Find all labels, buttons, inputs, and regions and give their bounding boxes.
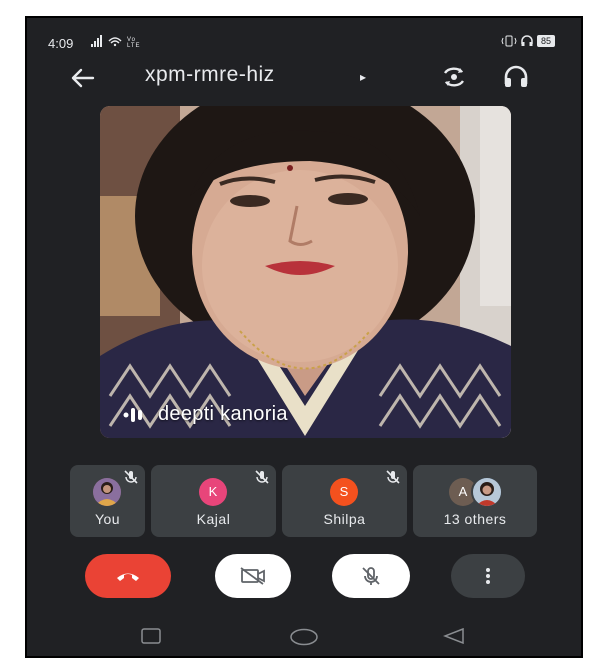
mic-off-button[interactable] [332,554,410,598]
speaker-name: deepti kanoria [158,403,288,425]
mic-muted-icon [386,470,400,484]
avatar: K [199,478,227,506]
participant-name: 13 others [443,511,507,527]
mic-muted-icon [124,470,138,484]
phone-hangup-icon [117,573,139,581]
svg-text:LTE: LTE [127,43,141,47]
system-nav-bar [27,618,581,656]
camera-off-button[interactable] [215,554,291,598]
call-header: xpm-rmre-hiz ▸ [27,60,581,100]
home-icon[interactable] [289,628,319,646]
call-controls [27,554,581,604]
more-vert-icon [486,568,490,584]
phone-screen: 4:09 Vo LTE 85 xpm-rmre-hiz ▸ deepti kan… [25,16,583,658]
participant-name: You [94,511,121,527]
video-off-icon [240,567,265,585]
mic-off-icon [362,567,380,585]
speaker-video-frame [100,106,511,438]
participant-tile-you[interactable]: You [70,465,145,537]
speaker-label: deepti kanoria [122,403,288,426]
avatar-photo [471,476,503,508]
status-time: 4:09 [48,36,74,51]
avatar [93,478,121,506]
participant-tile-shilpa[interactable]: S Shilpa [282,465,407,537]
main-video-feed[interactable]: deepti kanoria [100,106,511,438]
status-right-icons: 85 [501,35,555,47]
mic-muted-icon [255,470,269,484]
caret-right-icon[interactable]: ▸ [360,70,366,84]
participant-name: Kajal [196,511,231,527]
back-arrow-icon[interactable] [69,64,97,92]
participant-name: Shilpa [323,511,366,527]
more-options-button[interactable] [451,554,525,598]
switch-camera-icon[interactable] [441,64,467,90]
speaking-icon [123,407,142,422]
headphones-icon[interactable] [503,64,529,90]
battery-level: 85 [536,35,555,47]
participant-strip: You K Kajal S Shilpa A 13 others [70,465,538,537]
participant-tile-kajal[interactable]: K Kajal [151,465,276,537]
participant-tile-others[interactable]: A 13 others [413,465,537,537]
status-bar: 4:09 Vo LTE 85 [27,18,581,51]
meeting-code[interactable]: xpm-rmre-hiz [145,63,275,87]
back-triangle-icon[interactable] [443,628,465,644]
avatar: S [330,478,358,506]
end-call-button[interactable] [85,554,171,598]
vibrate-icon [501,35,517,47]
headphones-status-icon [521,35,533,46]
signal-icon: Vo LTE [91,35,153,50]
recents-icon[interactable] [141,628,161,644]
